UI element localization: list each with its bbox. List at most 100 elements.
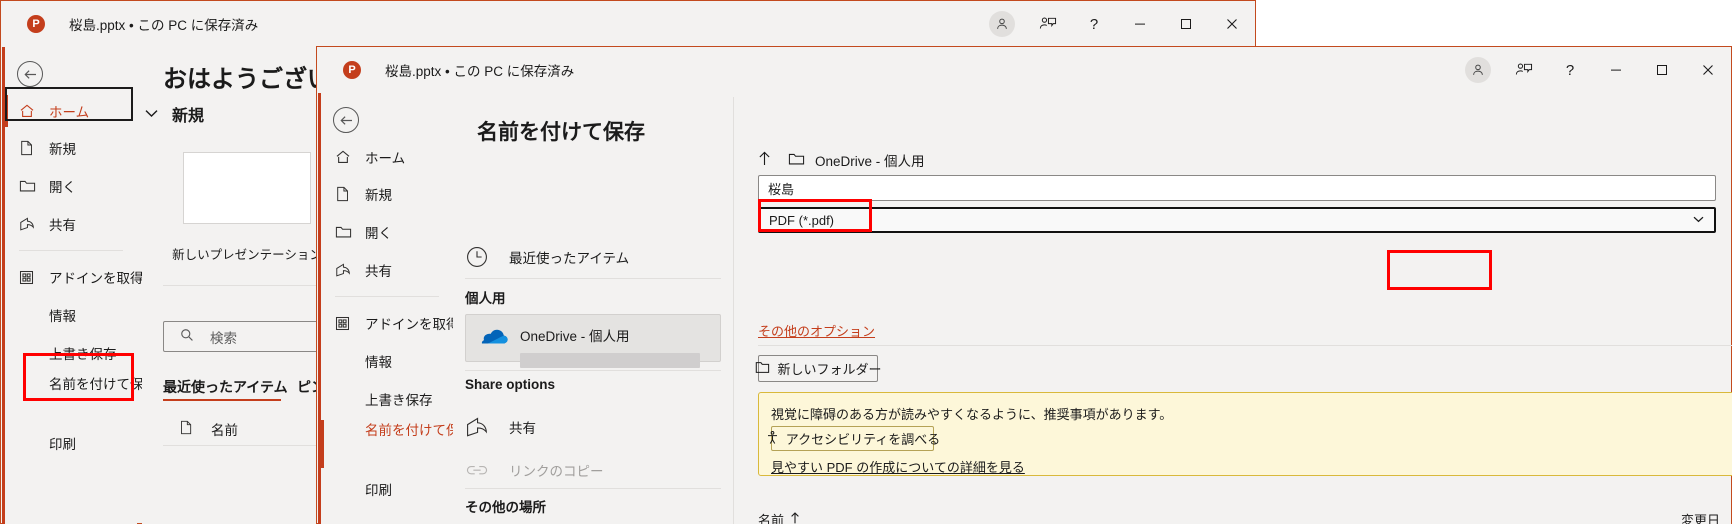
folder-icon [788, 152, 805, 169]
maximize-button[interactable] [1163, 1, 1209, 47]
file-list-header-name[interactable]: 名前 [758, 510, 800, 524]
sidebar-item-info-label: 情報 [49, 309, 76, 324]
home-icon [19, 103, 49, 119]
up-arrow-icon[interactable] [758, 151, 771, 169]
sidebar-item-info[interactable]: 情報 [321, 342, 453, 380]
sidebar-item-print-label: 印刷 [49, 437, 76, 452]
tab-recent[interactable]: 最近使ったアイテム [163, 377, 288, 397]
save-as-places-column: 名前を付けて保存 最近使ったアイテム 個人用 OneDrive - 個人用 Sh… [453, 93, 733, 524]
new-document-icon [19, 140, 49, 156]
accessibility-checker-icon [765, 430, 780, 448]
chevron-down-icon [145, 107, 158, 121]
accessibility-notice-message: 視覚に障碍のある方が読みやすくなるように、推奨事項があります。 [771, 407, 1173, 422]
new-folder-button-label: 新しいフォルダー [777, 362, 882, 377]
account-person-icon [989, 11, 1015, 37]
get-addins-icon [335, 316, 365, 331]
link-icon [465, 460, 509, 480]
ribbon-display-options-button[interactable] [1025, 1, 1071, 47]
place-recent-label: 最近使ったアイテム [509, 251, 630, 266]
sidebar-item-save-as-label: 名前を付けて保存 [49, 377, 157, 392]
filename-value: 桜島 [768, 181, 795, 197]
file-list-header-modified[interactable]: 変更日時 [1681, 510, 1731, 524]
filetype-combo[interactable]: PDF (*.pdf) [758, 207, 1716, 233]
help-button[interactable]: ? [1547, 47, 1593, 93]
place-recent[interactable]: 最近使ったアイテム [465, 235, 721, 279]
minimize-icon [1611, 69, 1621, 71]
sidebar-item-info[interactable]: 情報 [5, 296, 137, 334]
powerpoint-icon: P [27, 15, 45, 33]
ribbon-display-options-button[interactable] [1501, 47, 1547, 93]
search-icon [180, 328, 194, 345]
right-pane-divider [758, 345, 1732, 346]
sidebar-item-share[interactable]: 共有 [321, 251, 453, 289]
recent-list-header: 名前 [179, 419, 238, 439]
new-folder-button[interactable]: 新しいフォルダー [755, 355, 882, 382]
save-as-right-pane: OneDrive - 個人用 桜島 PDF (*.pdf) 保存 [734, 93, 1732, 524]
new-presentation-thumbnail[interactable] [183, 152, 311, 224]
accessibility-checker-button[interactable]: アクセシビリティを調べる [767, 426, 940, 451]
sidebar-item-new[interactable]: 新規 [5, 129, 137, 167]
sidebar-item-save[interactable]: 上書き保存 [5, 334, 137, 372]
places-divider-1 [465, 278, 721, 279]
back-arrow-icon [333, 107, 359, 133]
minimize-button[interactable] [1593, 47, 1639, 93]
places-divider-2 [465, 370, 721, 371]
sidebar-item-new[interactable]: 新規 [321, 175, 453, 213]
sidebar-item-open[interactable]: 開く [321, 213, 453, 251]
background-back-button[interactable] [5, 47, 137, 93]
sidebar-item-save-as[interactable]: 名前を付けて保存 [5, 372, 157, 424]
place-share[interactable]: 共有 [465, 405, 721, 449]
new-folder-icon [755, 361, 770, 377]
help-button[interactable]: ? [1071, 1, 1117, 47]
place-share-label: 共有 [509, 421, 536, 436]
share-icon [19, 216, 49, 232]
new-section-label: 新規 [172, 108, 205, 125]
sidebar-item-save-as[interactable]: 名前を付けて保存 [321, 418, 473, 470]
search-placeholder: 検索 [210, 330, 237, 346]
minimize-button[interactable] [1117, 1, 1163, 47]
places-divider-3 [465, 488, 721, 489]
sidebar-item-save[interactable]: 上書き保存 [321, 380, 453, 418]
sidebar-item-print[interactable]: 印刷 [5, 424, 137, 462]
sidebar-item-share[interactable]: 共有 [5, 205, 137, 243]
open-folder-icon [335, 225, 365, 239]
sort-ascending-arrow-icon [790, 512, 800, 524]
background-window-controls: ? [979, 1, 1255, 47]
maximize-icon [1181, 19, 1191, 29]
onedrive-cloud-icon [480, 325, 520, 350]
background-backstage-sidebar: ホーム 新規 開く 共有 アドインを取得 情報 上書き保存 名前を付けて保存 印… [2, 47, 157, 524]
close-button[interactable] [1685, 47, 1731, 93]
ribbon-display-options-icon [1039, 17, 1057, 29]
maximize-button[interactable] [1639, 47, 1685, 93]
account-button[interactable] [979, 1, 1025, 47]
tab-recent-label: 最近使ったアイテム [163, 379, 288, 395]
close-button[interactable] [1209, 1, 1255, 47]
sidebar-divider [335, 296, 439, 297]
sidebar-item-print[interactable]: 印刷 [321, 470, 453, 508]
sidebar-item-get-addins[interactable]: アドインを取得 [321, 304, 460, 342]
sidebar-item-home[interactable]: ホーム [321, 139, 453, 175]
sidebar-item-get-addins[interactable]: アドインを取得 [5, 258, 144, 296]
sidebar-item-home-label: ホーム [49, 105, 90, 120]
place-copy-link: リンクのコピー [465, 448, 721, 492]
sidebar-item-save-label: 上書き保存 [49, 347, 117, 362]
breadcrumb[interactable]: OneDrive - 個人用 [758, 150, 925, 170]
new-section-header[interactable]: 新規 [145, 102, 204, 126]
sidebar-item-print-label: 印刷 [365, 483, 392, 498]
foreground-back-button[interactable] [321, 93, 453, 139]
account-button[interactable] [1455, 47, 1501, 93]
clock-icon [465, 245, 509, 269]
new-document-icon [335, 186, 365, 202]
place-onedrive-personal[interactable]: OneDrive - 個人用 [465, 314, 721, 368]
accessible-pdf-learn-more-link[interactable]: 見やすい PDF の作成についての詳細を見る [771, 457, 1025, 476]
sidebar-item-open-label: 開く [365, 226, 392, 241]
filename-input[interactable]: 桜島 [758, 175, 1716, 201]
more-options-link[interactable]: その他のオプション [758, 321, 875, 340]
ribbon-display-options-icon [1515, 63, 1533, 75]
sidebar-item-home[interactable]: ホーム [5, 93, 137, 129]
file-list-header-name-label: 名前 [758, 513, 785, 524]
place-onedrive-label: OneDrive - 個人用 [520, 329, 630, 344]
current-path-label: OneDrive - 個人用 [815, 154, 925, 169]
foreground-backstage-sidebar: ホーム 新規 開く 共有 アドインを取得 情報 上書き保存 名前を付けて保存 印… [318, 93, 473, 524]
sidebar-item-open[interactable]: 開く [5, 167, 137, 205]
